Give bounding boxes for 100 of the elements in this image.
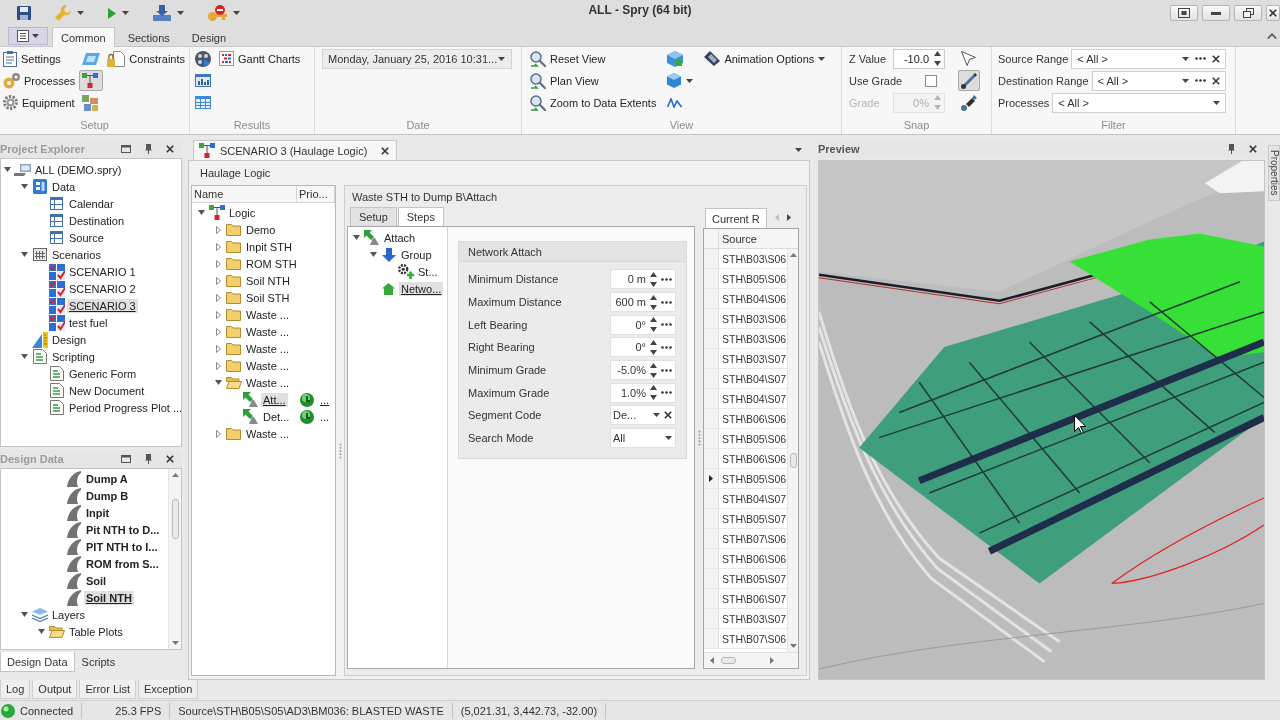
scrollbar[interactable] [168, 469, 181, 649]
dropdown-field[interactable]: < All > [1052, 92, 1226, 113]
tree-item[interactable]: Soil NTH [84, 590, 134, 605]
ribbon-button[interactable]: Zoom to Data Extents [527, 92, 660, 113]
number-field[interactable]: 0 m [610, 269, 676, 290]
tree-item[interactable]: test fuel [67, 315, 110, 330]
close-icon[interactable] [381, 146, 390, 155]
tree-item[interactable]: Waste ... [244, 358, 291, 373]
scroll-thumb[interactable] [789, 453, 797, 468]
dropdown-field[interactable]: < All > [1091, 70, 1226, 91]
pin-icon[interactable] [1228, 144, 1235, 154]
scroll-up-icon[interactable] [789, 253, 797, 257]
panel-tab[interactable]: Scripts [74, 652, 123, 672]
tree-item[interactable]: Waste ... [244, 307, 291, 322]
ribbon-button[interactable]: Settings [0, 48, 79, 69]
caret-down-icon[interactable] [20, 354, 28, 359]
panel-tab[interactable]: Log [0, 680, 31, 699]
more-icon[interactable] [661, 368, 672, 372]
restore-icon[interactable] [121, 145, 131, 153]
caret-down-icon[interactable] [20, 184, 28, 189]
cube-icon[interactable] [667, 50, 684, 67]
number-field[interactable]: 600 m [610, 292, 676, 313]
tree-item[interactable]: Soil [84, 573, 109, 588]
ribbon-tab[interactable]: Sections [118, 27, 179, 47]
ribbon-button[interactable]: Equipment [0, 92, 79, 113]
line-chart-icon[interactable] [667, 97, 683, 108]
tree-item[interactable]: Calendar [67, 196, 116, 211]
caret-icon[interactable] [122, 11, 129, 15]
caret-right-icon[interactable] [215, 361, 221, 370]
more-icon[interactable] [661, 391, 672, 395]
caret-icon[interactable] [665, 436, 672, 441]
ribbon-button[interactable]: Animation Options [701, 48, 829, 69]
ribbon-button[interactable]: Plan View [527, 70, 660, 91]
more-icon[interactable] [1195, 57, 1206, 60]
dropdown-field[interactable]: All [610, 428, 676, 449]
more-icon[interactable] [661, 277, 672, 281]
minimize-button[interactable] [1202, 5, 1230, 21]
tree-item[interactable]: Waste ... [244, 341, 291, 356]
tab[interactable]: Setup [350, 207, 397, 226]
caret-icon[interactable] [1213, 100, 1220, 105]
restore-icon[interactable] [121, 455, 131, 463]
tree-item[interactable]: Soil NTH [244, 273, 292, 288]
tree-item[interactable]: Inpit [84, 505, 112, 520]
more-icon[interactable] [661, 345, 672, 349]
scroll-left-icon[interactable] [710, 657, 714, 664]
spinner-icon[interactable] [934, 51, 941, 66]
tree-item[interactable]: SCENARIO 3 [67, 298, 138, 313]
tree-item[interactable]: Data [50, 179, 78, 194]
grip-icon[interactable] [338, 442, 342, 459]
restore-button[interactable] [1234, 5, 1262, 21]
ribbon-button[interactable]: Reset View [527, 48, 660, 69]
dropdown-field[interactable]: De... [610, 405, 676, 426]
play-icon[interactable] [108, 7, 116, 19]
panel-tab[interactable]: Exception [138, 680, 199, 699]
caret-icon[interactable] [77, 11, 84, 15]
tree-item[interactable]: Generic Form [67, 366, 139, 381]
number-field[interactable]: 0° [610, 314, 676, 335]
panel-tab[interactable]: Design Data [0, 652, 75, 672]
caret-right-icon[interactable] [215, 259, 221, 268]
tree-item[interactable]: Dump A [84, 471, 130, 486]
chevron-up-icon[interactable] [1267, 33, 1277, 39]
scroll-down-icon[interactable] [171, 641, 179, 645]
ribbon-tab[interactable]: Common [52, 27, 115, 47]
caret-right-icon[interactable] [215, 276, 221, 285]
pin-icon[interactable] [145, 454, 152, 464]
download-icon[interactable] [153, 5, 171, 21]
tree-item[interactable]: SCENARIO 2 [67, 281, 138, 296]
tree-item[interactable]: Source [67, 230, 106, 245]
toggle-button[interactable] [79, 70, 104, 91]
number-field[interactable]: 1.0% [610, 382, 676, 403]
number-field[interactable]: 0° [610, 337, 676, 358]
tree-item[interactable]: ROM from S... [84, 556, 161, 571]
caret-down-icon[interactable] [20, 612, 28, 617]
tree-item[interactable]: Attach [382, 230, 418, 245]
table-icon[interactable] [195, 96, 211, 109]
tree-item[interactable]: Waste ... [244, 426, 291, 441]
close-button[interactable] [1266, 5, 1280, 21]
close-icon[interactable] [166, 455, 174, 463]
tree-item[interactable]: ROM STH [244, 256, 297, 271]
tree-item[interactable]: Att... [261, 392, 288, 407]
caret-icon[interactable] [653, 413, 660, 418]
tree-item[interactable]: Period Progress Plot ... [67, 400, 181, 415]
tree-item[interactable]: Waste ... [244, 375, 291, 390]
caret-down-icon[interactable] [352, 235, 360, 240]
clear-icon[interactable] [1212, 76, 1220, 85]
tree-item[interactable]: Inpit STH [244, 239, 294, 254]
tree-item[interactable]: Destination [67, 213, 127, 228]
more-icon[interactable] [661, 300, 672, 304]
tree-item[interactable]: SCENARIO 1 [67, 264, 138, 279]
caret-right-icon[interactable] [215, 310, 221, 319]
z-value-field[interactable]: -10.0 [893, 48, 945, 69]
clear-icon[interactable] [664, 411, 672, 420]
caret-down-icon[interactable] [214, 380, 222, 385]
save-icon[interactable] [17, 6, 31, 20]
key-icon[interactable] [208, 5, 227, 21]
panel-tab[interactable]: Error List [79, 680, 136, 699]
tree-item[interactable]: Demo [244, 222, 278, 237]
close-icon[interactable] [1249, 145, 1257, 153]
caret-icon[interactable] [233, 11, 240, 15]
tree-item[interactable]: Netwo... [399, 281, 444, 296]
